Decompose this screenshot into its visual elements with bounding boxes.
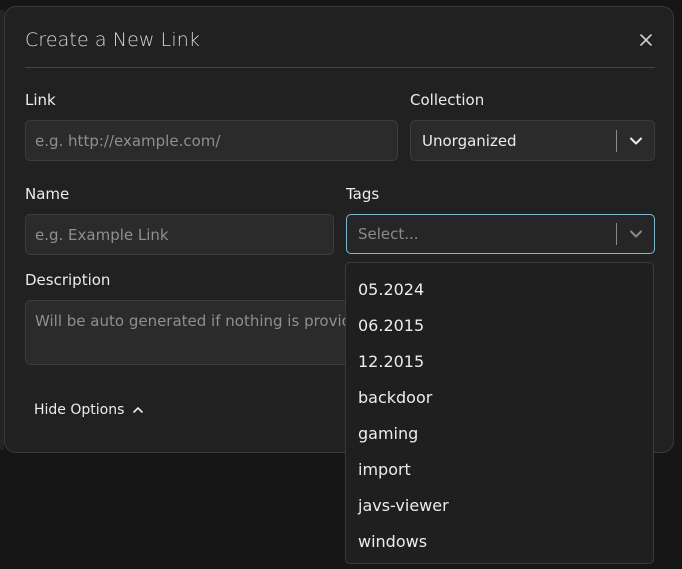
- select-separator: [616, 130, 617, 152]
- link-placeholder: e.g. http://example.com/: [35, 131, 221, 150]
- tags-dropdown-menu: 05.2024 06.2015 12.2015 backdoor gaming …: [345, 262, 654, 564]
- tag-option[interactable]: gaming: [346, 416, 653, 452]
- tags-label: Tags: [346, 185, 380, 203]
- chevron-down-icon[interactable]: [628, 226, 644, 242]
- link-input[interactable]: e.g. http://example.com/: [25, 120, 398, 161]
- link-label: Link: [25, 91, 56, 109]
- tag-option[interactable]: backdoor: [346, 380, 653, 416]
- collection-label: Collection: [410, 91, 485, 109]
- name-placeholder: e.g. Example Link: [35, 225, 169, 244]
- collection-select[interactable]: Unorganized: [410, 120, 655, 161]
- tag-option[interactable]: javs-viewer: [346, 488, 653, 524]
- description-label: Description: [25, 271, 111, 289]
- tags-placeholder: Select...: [358, 225, 419, 243]
- collection-selected-value: Unorganized: [422, 131, 517, 150]
- hide-options-label: Hide Options: [34, 402, 125, 418]
- tag-option[interactable]: 05.2024: [346, 272, 653, 308]
- description-placeholder: Will be auto generated if nothing is pro…: [35, 312, 355, 330]
- name-label: Name: [25, 185, 70, 203]
- select-separator: [616, 223, 617, 245]
- tag-option[interactable]: 06.2015: [346, 308, 653, 344]
- title-divider: [25, 67, 655, 68]
- tag-option[interactable]: windows: [346, 524, 653, 560]
- close-icon[interactable]: [637, 31, 655, 49]
- dialog-title: Create a New Link: [25, 29, 200, 51]
- tag-option[interactable]: 12.2015: [346, 344, 653, 380]
- hide-options-button[interactable]: Hide Options: [34, 402, 144, 418]
- name-input[interactable]: e.g. Example Link: [25, 214, 334, 255]
- chevron-up-icon: [133, 407, 144, 413]
- tags-select[interactable]: Select...: [346, 214, 655, 254]
- tag-option[interactable]: import: [346, 452, 653, 488]
- chevron-down-icon[interactable]: [628, 133, 644, 149]
- description-textarea[interactable]: Will be auto generated if nothing is pro…: [25, 300, 355, 365]
